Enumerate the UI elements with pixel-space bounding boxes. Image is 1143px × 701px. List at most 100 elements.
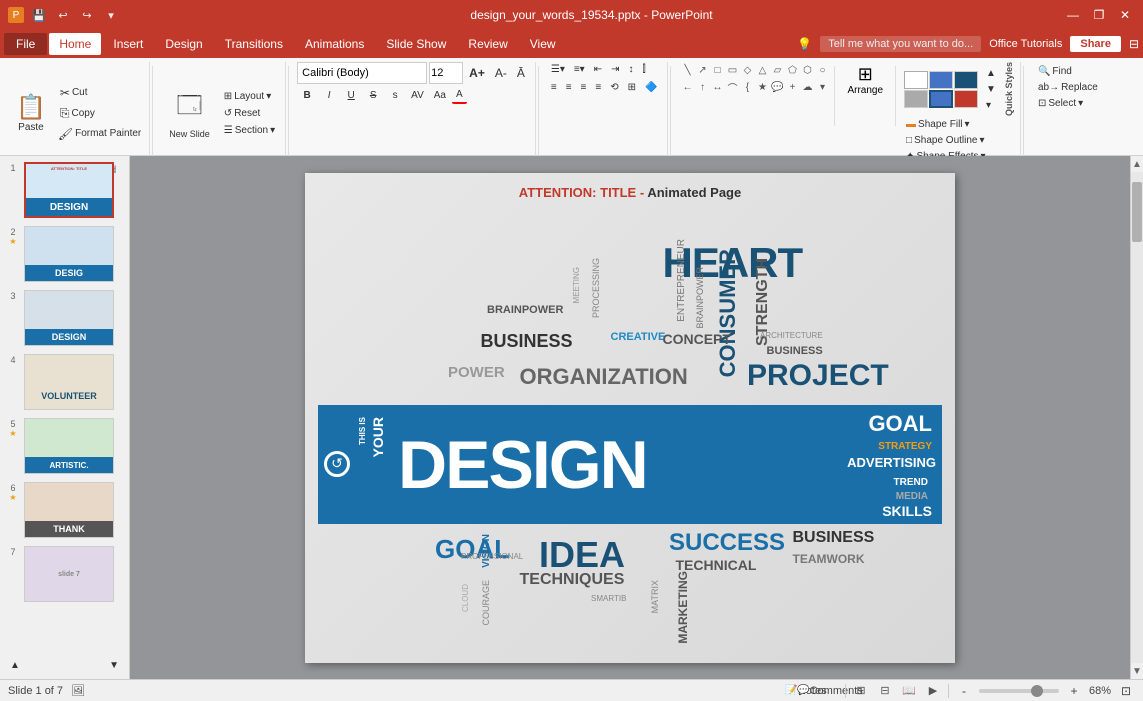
arrange-button[interactable]: ⊞ Arrange	[841, 62, 889, 98]
slide-thumbnail-4[interactable]: VOLUNTEER	[24, 354, 114, 410]
shape-curve[interactable]: ⌒	[724, 79, 740, 95]
zoom-slider[interactable]	[979, 689, 1059, 693]
shape-more[interactable]: ▾	[814, 79, 830, 95]
slide-thumb-6[interactable]: 6★ THANK	[4, 480, 125, 540]
font-color-button[interactable]: A	[452, 87, 467, 104]
char-spacing-button[interactable]: AV	[407, 88, 428, 103]
normal-view-button[interactable]: ⊞	[852, 682, 870, 700]
shape-fill-button[interactable]: ▬Shape Fill▾	[902, 117, 1014, 132]
view-menu[interactable]: View	[520, 33, 566, 55]
minimize-button[interactable]: —	[1063, 5, 1083, 25]
undo-button[interactable]: ↩	[54, 6, 72, 24]
shape-outline-button[interactable]: □Shape Outline▾	[902, 133, 1014, 148]
font-size-input[interactable]: 12	[429, 62, 463, 84]
shape-arrow-bidir[interactable]: ↔	[709, 79, 725, 95]
slide-thumb-7[interactable]: 7 slide 7	[4, 544, 125, 604]
qs-item-5[interactable]	[929, 90, 953, 108]
paste-button[interactable]: 📋 Paste	[8, 89, 54, 137]
align-center-button[interactable]: ≡	[562, 80, 576, 95]
increase-font-button[interactable]: A+	[465, 64, 489, 82]
qs-item-1[interactable]	[904, 71, 928, 89]
shape-cloud[interactable]: ☁	[799, 79, 815, 95]
shadow-button[interactable]: s	[385, 88, 405, 103]
justify-button[interactable]: ≡	[591, 80, 605, 95]
cut-button[interactable]: ✂Cut	[56, 84, 143, 102]
share-button[interactable]: Share	[1070, 36, 1121, 52]
slide-thumbnail-2[interactable]: DESIG	[24, 226, 114, 282]
align-right-button[interactable]: ≡	[577, 80, 591, 95]
shape-round-rect[interactable]: ▭	[724, 62, 740, 78]
layout-button[interactable]: ⊞Layout▾	[220, 89, 279, 104]
customize-qat-button[interactable]: ▾	[102, 6, 120, 24]
bold-button[interactable]: B	[297, 88, 317, 103]
office-tutorials-link[interactable]: Office Tutorials	[989, 38, 1062, 50]
scroll-track[interactable]	[1131, 172, 1143, 663]
animations-menu[interactable]: Animations	[295, 33, 374, 55]
shape-callout[interactable]: 💬	[769, 79, 785, 95]
italic-button[interactable]: I	[319, 88, 339, 103]
shape-pentagon[interactable]: ⬠	[784, 62, 800, 78]
restore-button[interactable]: ❐	[1089, 5, 1109, 25]
decrease-indent-button[interactable]: ⇤	[590, 62, 606, 77]
decrease-font-button[interactable]: A-	[491, 64, 511, 82]
line-spacing-button[interactable]: ↕	[624, 62, 637, 77]
slide-thumb-2[interactable]: 2★ DESIG	[4, 224, 125, 284]
align-left-button[interactable]: ≡	[547, 80, 561, 95]
underline-button[interactable]: U	[341, 88, 361, 103]
design-menu[interactable]: Design	[155, 33, 212, 55]
shape-arrow-up[interactable]: ↑	[694, 79, 710, 95]
font-name-input[interactable]: Calibri (Body)	[297, 62, 427, 84]
tell-me-input[interactable]: Tell me what you want to do...	[820, 36, 981, 52]
slide-thumb-3[interactable]: 3 DESIGN	[4, 288, 125, 348]
increase-indent-button[interactable]: ⇥	[607, 62, 623, 77]
shape-plus[interactable]: +	[784, 79, 800, 95]
slide-thumbnail-6[interactable]: THANK	[24, 482, 114, 538]
quick-styles-up[interactable]: ▲	[982, 66, 1000, 81]
slide-thumb-5[interactable]: 5★ ARTISTIC.	[4, 416, 125, 476]
slideshow-button[interactable]: ▶	[924, 682, 942, 700]
zoom-out-button[interactable]: -	[955, 682, 973, 700]
reset-button[interactable]: ↺Reset	[220, 106, 279, 121]
clear-format-button[interactable]: Ā	[513, 64, 529, 82]
replace-button[interactable]: ab→Replace	[1034, 80, 1102, 95]
quick-styles-expand[interactable]: ▾	[982, 98, 1000, 113]
slideshow-menu[interactable]: Slide Show	[376, 33, 456, 55]
shape-star[interactable]: ★	[754, 79, 770, 95]
save-button[interactable]: 💾	[30, 6, 48, 24]
align-text-button[interactable]: ⊞	[624, 80, 640, 95]
shape-oval[interactable]: ○	[814, 62, 830, 78]
shape-triangle[interactable]: △	[754, 62, 770, 78]
change-case-button[interactable]: Aa	[430, 88, 450, 103]
slide-thumbnail-7[interactable]: slide 7	[24, 546, 114, 602]
collapse-ribbon-button[interactable]: ⊟	[1129, 37, 1139, 51]
fit-slide-button[interactable]: ⊡	[1117, 682, 1135, 700]
home-menu[interactable]: Home	[49, 33, 101, 55]
slide-thumbnail-5[interactable]: ARTISTIC.	[24, 418, 114, 474]
panel-scroll-up[interactable]: ▲	[6, 658, 24, 673]
bullets-button[interactable]: ☰▾	[547, 62, 569, 77]
qs-item-3[interactable]	[954, 71, 978, 89]
transitions-menu[interactable]: Transitions	[215, 33, 293, 55]
format-painter-button[interactable]: 🖌Format Painter	[56, 125, 143, 143]
shape-arrow-right[interactable]: ↗	[694, 62, 710, 78]
select-button[interactable]: ⊡Select▾	[1034, 96, 1102, 111]
shape-line[interactable]: ╲	[679, 62, 695, 78]
copy-button[interactable]: ⎘Copy	[56, 104, 143, 123]
close-button[interactable]: ✕	[1115, 5, 1135, 25]
zoom-thumb[interactable]	[1031, 685, 1043, 697]
numbering-button[interactable]: ≡▾	[570, 62, 589, 77]
smartart-button[interactable]: 🔷	[641, 80, 661, 95]
quick-styles-down[interactable]: ▼	[982, 82, 1000, 97]
find-button[interactable]: 🔍Find	[1034, 64, 1102, 79]
comments-button[interactable]: 💬 Comments	[821, 682, 839, 700]
shape-parallelogram[interactable]: ▱	[769, 62, 785, 78]
qs-item-2[interactable]	[929, 71, 953, 89]
strikethrough-button[interactable]: S	[363, 88, 383, 103]
shape-diamond[interactable]: ◇	[739, 62, 755, 78]
slide-sorter-button[interactable]: ⊟	[876, 682, 894, 700]
shape-rect[interactable]: □	[709, 62, 725, 78]
columns-button[interactable]: ⫿	[638, 62, 649, 77]
panel-scroll-down[interactable]: ▼	[105, 658, 123, 673]
new-slide-button[interactable]: 🗔 New Slide	[161, 84, 218, 143]
file-menu[interactable]: File	[4, 33, 47, 55]
